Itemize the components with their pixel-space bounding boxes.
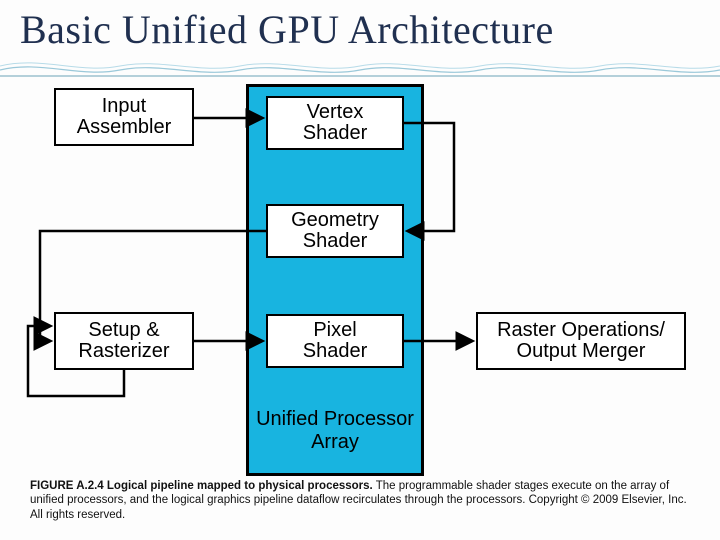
slide-title: Basic Unified GPU Architecture — [20, 6, 554, 53]
arrows-layer-icon — [0, 78, 720, 478]
caption-bold: FIGURE A.2.4 Logical pipeline mapped to … — [30, 480, 373, 492]
figure-caption: FIGURE A.2.4 Logical pipeline mapped to … — [30, 479, 690, 522]
diagram-area: InputAssembler Setup &Rasterizer VertexS… — [0, 78, 720, 478]
slide: Basic Unified GPU Architecture InputAsse… — [0, 0, 720, 540]
title-underline-wave-icon — [0, 56, 720, 78]
